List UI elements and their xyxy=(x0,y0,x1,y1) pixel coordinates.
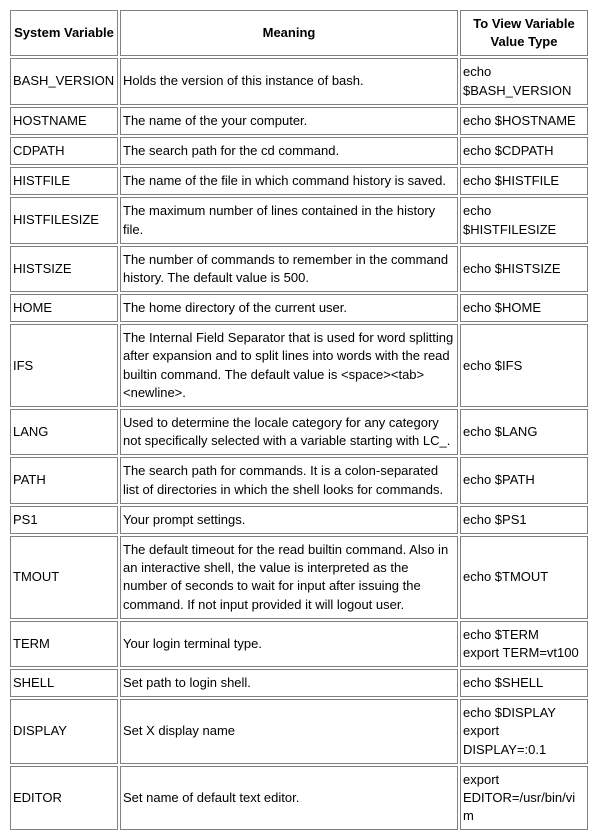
cell-meaning: Your login terminal type. xyxy=(120,621,458,667)
cell-variable: TERM xyxy=(10,621,118,667)
cell-view: echo $HISTFILE xyxy=(460,167,588,195)
table-header-row: System Variable Meaning To View Variable… xyxy=(10,10,588,56)
cell-variable: HISTFILESIZE xyxy=(10,197,118,243)
cell-variable: CDPATH xyxy=(10,137,118,165)
cell-view: echo $HOME xyxy=(460,294,588,322)
header-variable: System Variable xyxy=(10,10,118,56)
table-row: EDITORSet name of default text editor.ex… xyxy=(10,766,588,831)
cell-variable: PATH xyxy=(10,457,118,503)
cell-variable: DISPLAY xyxy=(10,699,118,764)
cell-meaning: The name of the your computer. xyxy=(120,107,458,135)
cell-meaning: Set X display name xyxy=(120,699,458,764)
cell-view: echo $HISTFILESIZE xyxy=(460,197,588,243)
cell-meaning: The Internal Field Separator that is use… xyxy=(120,324,458,407)
cell-meaning: Used to determine the locale category fo… xyxy=(120,409,458,455)
table-row: TERMYour login terminal type.echo $TERM … xyxy=(10,621,588,667)
cell-meaning: Set name of default text editor. xyxy=(120,766,458,831)
table-row: HISTFILESIZEThe maximum number of lines … xyxy=(10,197,588,243)
table-row: TMOUTThe default timeout for the read bu… xyxy=(10,536,588,619)
cell-variable: HISTFILE xyxy=(10,167,118,195)
cell-meaning: The default timeout for the read builtin… xyxy=(120,536,458,619)
cell-meaning: The number of commands to remember in th… xyxy=(120,246,458,292)
cell-view: echo $SHELL xyxy=(460,669,588,697)
table-row: DISPLAYSet X display nameecho $DISPLAY e… xyxy=(10,699,588,764)
table-row: PS1Your prompt settings.echo $PS1 xyxy=(10,506,588,534)
table-row: BASH_VERSIONHolds the version of this in… xyxy=(10,58,588,104)
cell-variable: SHELL xyxy=(10,669,118,697)
cell-variable: IFS xyxy=(10,324,118,407)
cell-view: echo $DISPLAY export DISPLAY=:0.1 xyxy=(460,699,588,764)
cell-view: echo $LANG xyxy=(460,409,588,455)
cell-view: echo $BASH_VERSION xyxy=(460,58,588,104)
cell-view: echo $PATH xyxy=(460,457,588,503)
cell-meaning: The home directory of the current user. xyxy=(120,294,458,322)
cell-variable: HOSTNAME xyxy=(10,107,118,135)
cell-meaning: The search path for the cd command. xyxy=(120,137,458,165)
cell-meaning: Your prompt settings. xyxy=(120,506,458,534)
cell-variable: EDITOR xyxy=(10,766,118,831)
cell-view: echo $IFS xyxy=(460,324,588,407)
cell-meaning: Set path to login shell. xyxy=(120,669,458,697)
table-row: PATHThe search path for commands. It is … xyxy=(10,457,588,503)
table-row: SHELLSet path to login shell.echo $SHELL xyxy=(10,669,588,697)
cell-view: export EDITOR=/usr/bin/vim xyxy=(460,766,588,831)
cell-meaning: Holds the version of this instance of ba… xyxy=(120,58,458,104)
cell-meaning: The maximum number of lines contained in… xyxy=(120,197,458,243)
table-row: CDPATHThe search path for the cd command… xyxy=(10,137,588,165)
cell-variable: HISTSIZE xyxy=(10,246,118,292)
table-row: HISTSIZEThe number of commands to rememb… xyxy=(10,246,588,292)
cell-variable: PS1 xyxy=(10,506,118,534)
table-row: HOSTNAMEThe name of the your computer.ec… xyxy=(10,107,588,135)
header-meaning: Meaning xyxy=(120,10,458,56)
cell-variable: BASH_VERSION xyxy=(10,58,118,104)
table-row: LANGUsed to determine the locale categor… xyxy=(10,409,588,455)
cell-view: echo $TMOUT xyxy=(460,536,588,619)
cell-view: echo $CDPATH xyxy=(460,137,588,165)
header-view: To View Variable Value Type xyxy=(460,10,588,56)
cell-meaning: The search path for commands. It is a co… xyxy=(120,457,458,503)
system-variables-table: System Variable Meaning To View Variable… xyxy=(8,8,590,832)
cell-variable: HOME xyxy=(10,294,118,322)
cell-variable: TMOUT xyxy=(10,536,118,619)
cell-variable: LANG xyxy=(10,409,118,455)
cell-meaning: The name of the file in which command hi… xyxy=(120,167,458,195)
table-row: IFSThe Internal Field Separator that is … xyxy=(10,324,588,407)
cell-view: echo $HOSTNAME xyxy=(460,107,588,135)
cell-view: echo $HISTSIZE xyxy=(460,246,588,292)
table-row: HOMEThe home directory of the current us… xyxy=(10,294,588,322)
cell-view: echo $TERM export TERM=vt100 xyxy=(460,621,588,667)
table-row: HISTFILEThe name of the file in which co… xyxy=(10,167,588,195)
cell-view: echo $PS1 xyxy=(460,506,588,534)
